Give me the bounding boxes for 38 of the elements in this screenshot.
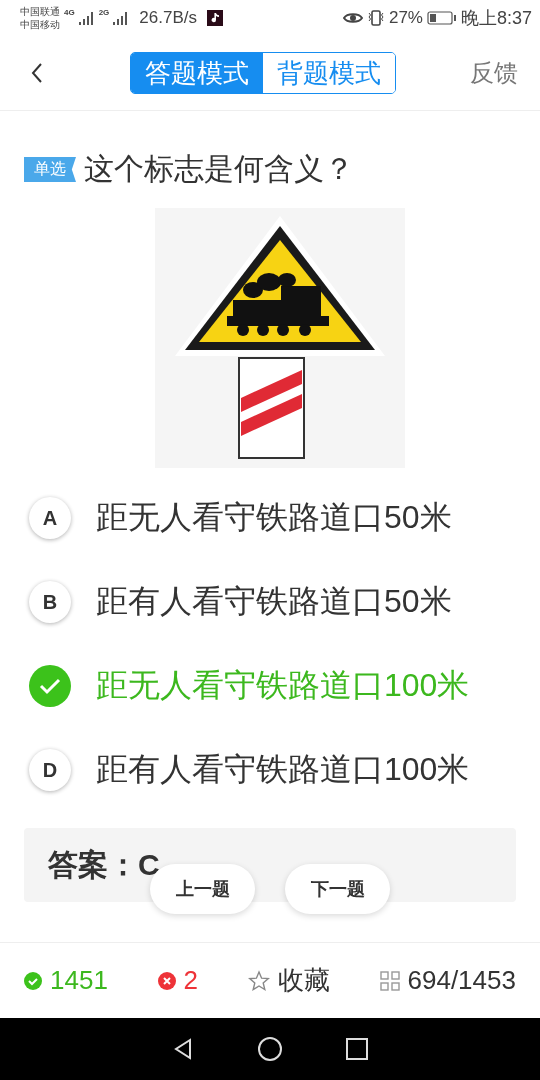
answer-option[interactable]: D 距有人看守铁路道口100米 (28, 748, 512, 792)
back-icon[interactable] (30, 62, 44, 84)
music-note-icon (207, 10, 223, 26)
battery-icon (426, 11, 457, 25)
star-icon (247, 969, 270, 992)
network-speed: 26.7B/s (139, 8, 197, 28)
option-text: 距无人看守铁路道口100米 (96, 666, 470, 705)
answer-option[interactable]: A 距无人看守铁路道口50米 (28, 496, 512, 540)
home-icon[interactable] (257, 1036, 283, 1062)
signal-icon (78, 11, 95, 25)
eye-icon (342, 11, 363, 25)
cross-icon (157, 971, 176, 990)
check-icon (28, 664, 72, 708)
answer-option[interactable]: B 距有人看守铁路道口50米 (28, 580, 512, 624)
option-letter: D (29, 749, 71, 791)
question-type-tag: 单选 (24, 157, 76, 182)
grid-icon (379, 970, 400, 991)
feedback-button[interactable]: 反馈 (470, 57, 518, 89)
option-letter: A (29, 497, 71, 539)
option-text: 距有人看守铁路道口100米 (96, 750, 470, 789)
option-text: 距无人看守铁路道口50米 (96, 498, 452, 537)
question-nav-button[interactable]: 下一题 (285, 864, 390, 914)
question-text: 这个标志是何含义？ (84, 151, 354, 187)
vibrate-icon (366, 10, 385, 26)
battery-percent: 27% (388, 8, 423, 28)
clock-time: 晚上8:37 (460, 7, 532, 30)
wrong-count: 2 (183, 965, 199, 996)
favorite-button[interactable]: 收藏 (247, 963, 330, 998)
carrier-names: 中国联通 中国移动 (20, 5, 60, 31)
signal-icon (113, 11, 130, 25)
progress-button[interactable]: 694/1453 (379, 965, 516, 996)
network-type: 4G (64, 8, 75, 17)
recent-apps-icon[interactable] (345, 1037, 369, 1061)
network-type: 2G (98, 8, 110, 17)
correct-count: 1451 (50, 965, 108, 996)
check-icon (24, 971, 42, 990)
option-letter: B (29, 581, 71, 623)
option-text: 距有人看守铁路道口50米 (96, 582, 452, 621)
